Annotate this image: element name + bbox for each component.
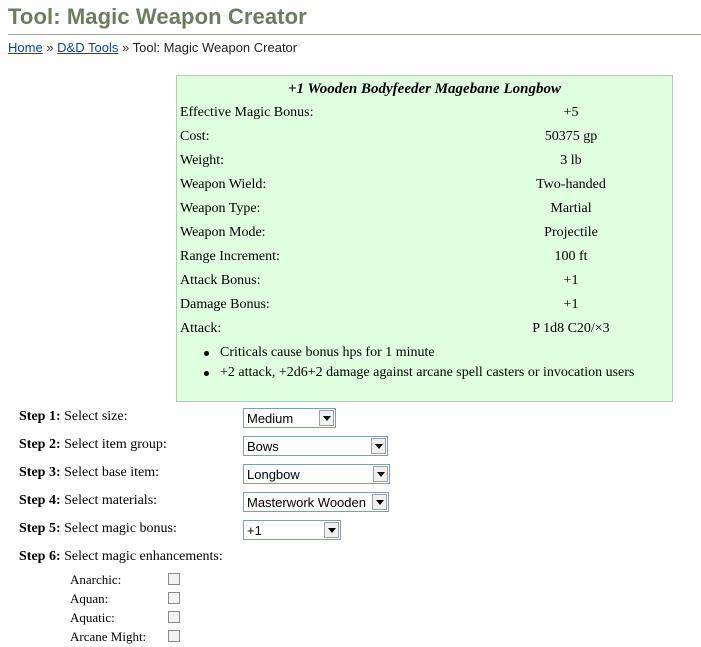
stat-value: +1 <box>563 273 579 288</box>
stat-value: 100 ft <box>554 249 588 264</box>
chevron-down-icon[interactable] <box>324 522 339 538</box>
weapon-name: +1 Wooden Bodyfeeder Magebane Longbow <box>288 81 561 97</box>
step-label: Step 4: Select materials: <box>19 493 157 509</box>
aquatic-checkbox[interactable] <box>168 611 180 623</box>
materials-select[interactable]: Masterwork Wooden <box>243 492 389 512</box>
step-text: Select magic enhancements: <box>64 549 223 564</box>
stat-value: +1 <box>563 297 579 312</box>
enhancement-label: Aquatic: <box>70 610 115 625</box>
weapon-note: Criticals cause bonus hps for 1 minute <box>204 343 672 363</box>
base-item-select-value: Longbow <box>247 467 300 482</box>
chevron-down-icon[interactable] <box>372 494 387 510</box>
stat-value: +5 <box>563 105 579 120</box>
item-group-select[interactable]: Bows <box>243 436 388 456</box>
enhancement-arcane-might: Arcane Might: <box>70 628 190 647</box>
stat-row: Weapon Type: Martial <box>177 197 672 221</box>
step-label: Step 2: Select item group: <box>19 437 167 453</box>
chevron-down-icon[interactable] <box>373 466 388 482</box>
step-item-group: Step 2: Select item group: Bows <box>19 434 439 458</box>
step-size: Step 1: Select size: Medium <box>19 406 439 430</box>
step-number: Step 5: <box>19 521 61 536</box>
stat-value: P 1d8 C20/×3 <box>532 321 610 336</box>
step-text: Select size: <box>64 409 128 424</box>
stat-label: Weapon Wield: <box>180 177 267 192</box>
arcane-might-checkbox[interactable] <box>168 630 180 642</box>
stat-value: Projectile <box>544 225 598 240</box>
enhancement-aquatic: Aquatic: <box>70 609 190 628</box>
stat-row: Damage Bonus: +1 <box>177 293 672 317</box>
stat-label: Weight: <box>180 153 224 168</box>
anarchic-checkbox[interactable] <box>168 573 180 585</box>
breadcrumb-current: Tool: Magic Weapon Creator <box>132 40 298 55</box>
step-label: Step 3: Select base item: <box>19 465 159 481</box>
item-group-select-value: Bows <box>247 439 279 454</box>
stat-label: Cost: <box>180 129 210 144</box>
stat-row: Weapon Mode: Projectile <box>177 221 672 245</box>
step-label: Step 6: Select magic enhancements: <box>19 549 223 565</box>
enhancement-label: Arcane Might: <box>70 629 147 644</box>
breadcrumb-separator: » <box>121 40 130 55</box>
step-magic-bonus: Step 5: Select magic bonus: +1 <box>19 518 439 542</box>
enhancement-label: Aquan: <box>70 591 109 606</box>
weapon-note: +2 attack, +2d6+2 damage against arcane … <box>204 363 672 383</box>
stat-row: Cost: 50375 gp <box>177 125 672 149</box>
step-number: Step 2: <box>19 437 61 452</box>
step-label: Step 5: Select magic bonus: <box>19 521 177 537</box>
breadcrumb-home-link[interactable]: Home <box>8 40 43 55</box>
chevron-down-icon[interactable] <box>371 438 386 454</box>
step-number: Step 3: <box>19 465 61 480</box>
stat-value: 3 lb <box>560 153 582 168</box>
stat-value: Martial <box>550 201 592 216</box>
stat-label: Range Increment: <box>180 249 280 264</box>
magic-bonus-select-value: +1 <box>247 523 262 538</box>
stat-label: Attack: <box>180 321 222 336</box>
base-item-select[interactable]: Longbow <box>243 464 390 484</box>
stat-label: Weapon Type: <box>180 201 261 216</box>
stat-row: Attack: P 1d8 C20/×3 <box>177 317 672 341</box>
aquan-checkbox[interactable] <box>168 592 180 604</box>
step-text: Select item group: <box>64 437 167 452</box>
size-select-value: Medium <box>247 411 294 426</box>
stat-value: Two-handed <box>536 177 606 192</box>
title-divider <box>8 34 701 35</box>
stat-row: Attack Bonus: +1 <box>177 269 672 293</box>
step-enhancements: Step 6: Select magic enhancements: <box>19 546 439 570</box>
stat-label: Attack Bonus: <box>180 273 261 288</box>
stat-row: Effective Magic Bonus: +5 <box>177 101 672 125</box>
size-select[interactable]: Medium <box>243 408 336 428</box>
step-text: Select materials: <box>64 493 158 508</box>
step-text: Select magic bonus: <box>64 521 177 536</box>
enhancement-label: Anarchic: <box>70 572 122 587</box>
step-number: Step 1: <box>19 409 61 424</box>
step-text: Select base item: <box>64 465 159 480</box>
chevron-down-icon[interactable] <box>319 410 334 426</box>
step-number: Step 6: <box>19 549 61 564</box>
stat-row: Range Increment: 100 ft <box>177 245 672 269</box>
stat-value: 50375 gp <box>544 129 598 144</box>
stat-label: Weapon Mode: <box>180 225 266 240</box>
materials-select-value: Masterwork Wooden <box>247 495 366 510</box>
enhancement-anarchic: Anarchic: <box>70 571 190 590</box>
weapon-notes-list: Criticals cause bonus hps for 1 minute +… <box>177 343 672 383</box>
stat-label: Damage Bonus: <box>180 297 270 312</box>
enhancement-aquan: Aquan: <box>70 590 190 609</box>
step-label: Step 1: Select size: <box>19 409 128 425</box>
weapon-result-panel: +1 Wooden Bodyfeeder Magebane Longbow Ef… <box>176 75 673 402</box>
step-number: Step 4: <box>19 493 61 508</box>
magic-bonus-select[interactable]: +1 <box>243 520 341 540</box>
step-base-item: Step 3: Select base item: Longbow <box>19 462 439 486</box>
page-title: Tool: Magic Weapon Creator <box>8 4 307 29</box>
step-materials: Step 4: Select materials: Masterwork Woo… <box>19 490 439 514</box>
breadcrumb: Home » D&D Tools » Tool: Magic Weapon Cr… <box>8 40 297 55</box>
stat-row: Weapon Wield: Two-handed <box>177 173 672 197</box>
stat-row: Weight: 3 lb <box>177 149 672 173</box>
breadcrumb-separator: » <box>46 40 54 55</box>
breadcrumb-tools-link[interactable]: D&D Tools <box>57 40 118 55</box>
stat-label: Effective Magic Bonus: <box>180 105 314 120</box>
